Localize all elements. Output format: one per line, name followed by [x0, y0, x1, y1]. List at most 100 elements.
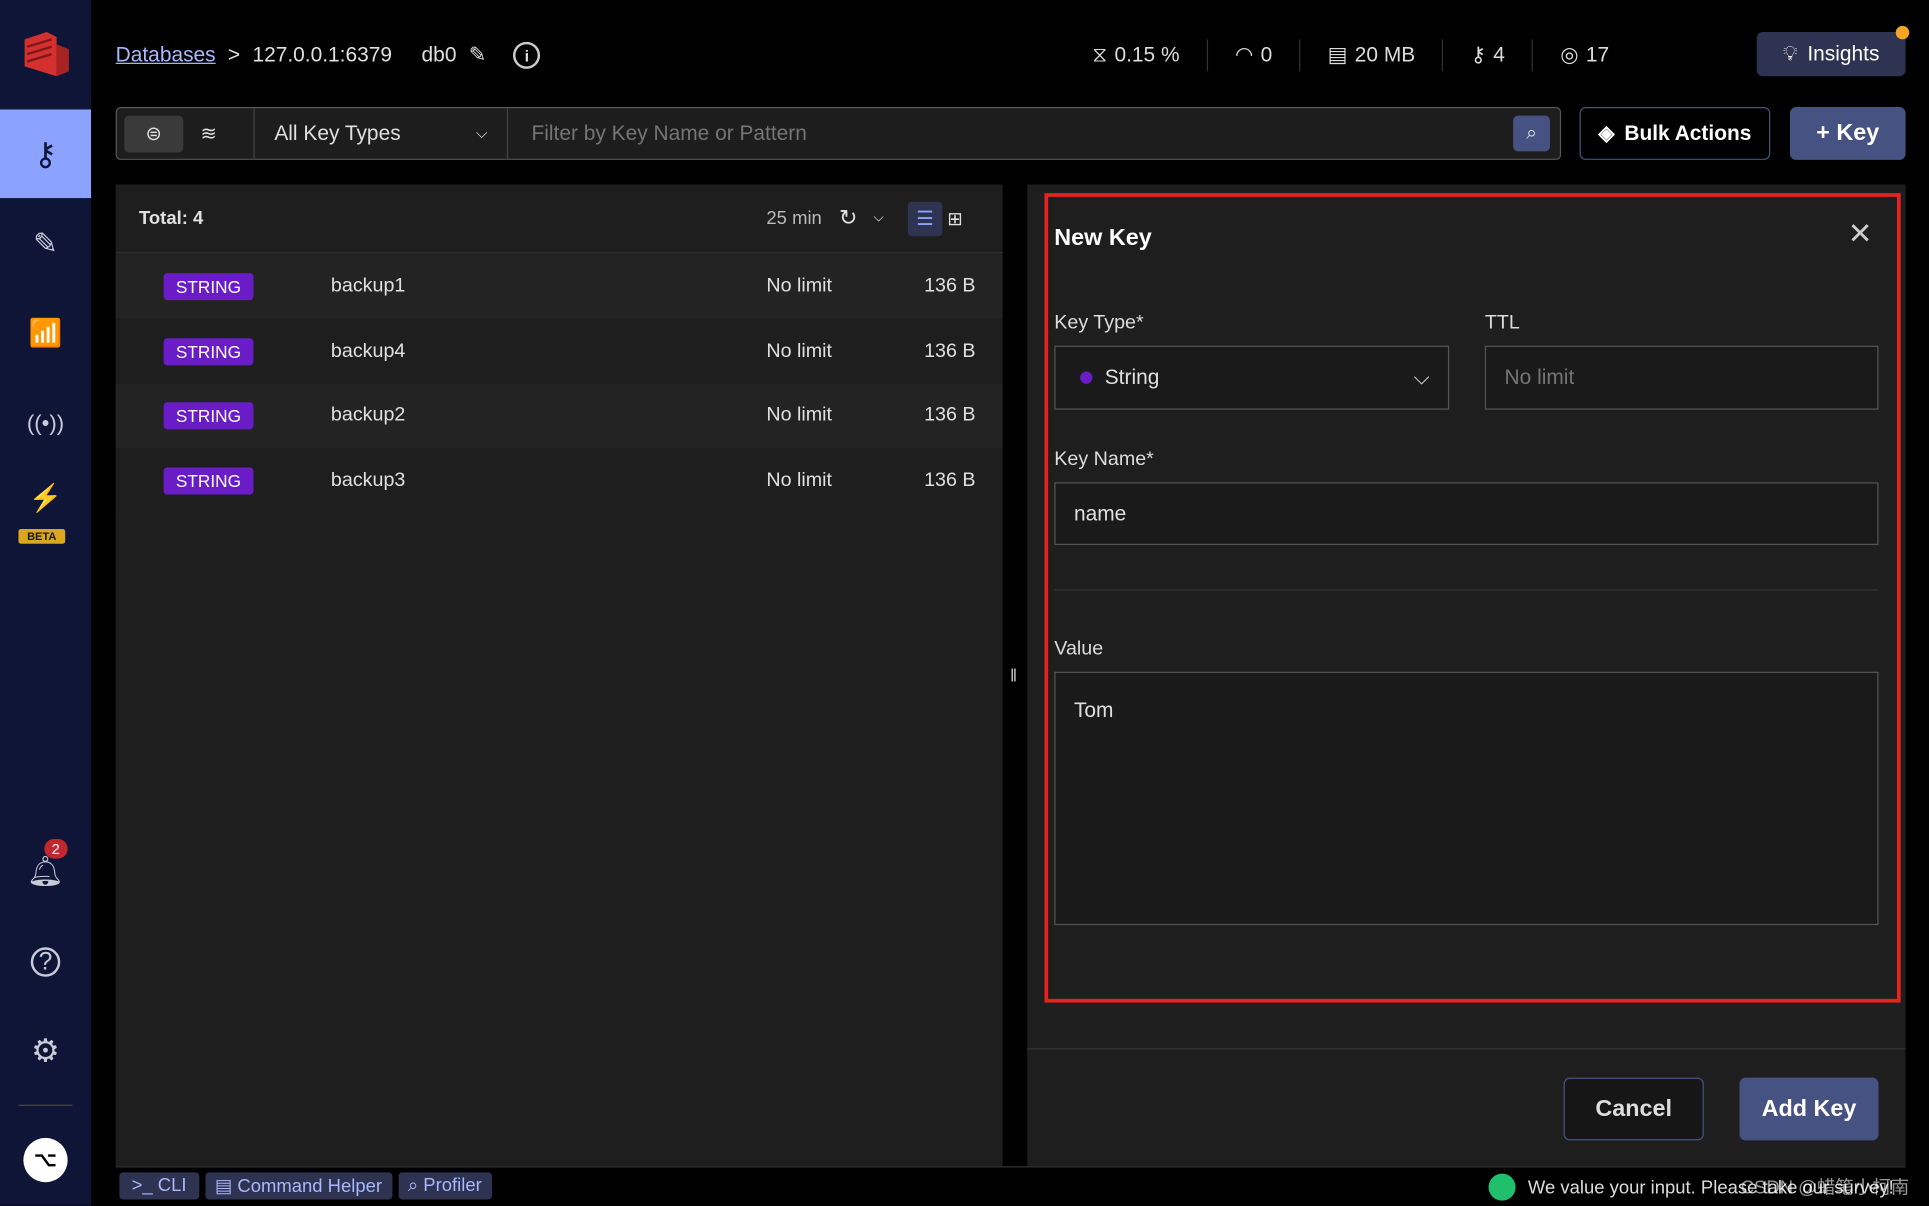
value-textarea[interactable]: Tom: [1054, 671, 1879, 926]
divider: [1206, 39, 1208, 72]
cli-button[interactable]: >_ CLI: [119, 1172, 199, 1200]
key-name-value: name: [1073, 501, 1127, 525]
filter-mode-button[interactable]: ⊜: [124, 115, 184, 152]
clients-stat: ◎ 17: [1560, 43, 1609, 68]
list-view-button[interactable]: ☰: [907, 201, 943, 236]
layers-icon: ◈: [1598, 121, 1615, 145]
value-label: Value: [1054, 638, 1104, 660]
divider: [1054, 589, 1879, 591]
add-key-button[interactable]: + Key: [1789, 107, 1906, 160]
key-icon: ⚷: [1470, 43, 1486, 67]
key-name: backup2: [330, 404, 406, 426]
memory-stat: ▤ 20 MB: [1328, 43, 1416, 68]
key-type-badge: STRING: [163, 273, 254, 301]
profiler-button[interactable]: ⌕ Profiler: [397, 1172, 492, 1200]
key-ttl: No limit: [766, 469, 833, 491]
refresh-icon[interactable]: ↻: [839, 205, 858, 231]
beta-badge: BETA: [18, 528, 66, 544]
total-count: Total: 4: [139, 207, 204, 229]
divider: [1531, 39, 1534, 72]
key-filter-input[interactable]: [508, 108, 1514, 159]
table-row[interactable]: STRING backup1 No limit 136 B: [115, 254, 1003, 319]
breadcrumb: Databases > 127.0.0.1:6379 db0 ✎ i: [116, 41, 541, 69]
sidebar-item-analysis[interactable]: 📶: [0, 289, 91, 378]
notification-count: 2: [44, 838, 68, 859]
github-icon[interactable]: ⌥: [23, 1137, 68, 1183]
cancel-button[interactable]: Cancel: [1563, 1077, 1704, 1141]
help-button[interactable]: ?: [0, 918, 91, 1007]
cpu-stat: ⧖ 0.15 %: [1092, 43, 1179, 68]
insights-label: Insights: [1807, 41, 1880, 66]
chevron-down-icon[interactable]: ⌵: [873, 210, 883, 226]
key-name-label: Key Name*: [1054, 449, 1154, 470]
last-refresh: 25 min: [766, 207, 822, 229]
help-icon: ?: [30, 947, 61, 977]
watermark: CSDN @蜡笔小柯南: [1740, 1177, 1910, 1199]
key-name: backup4: [330, 340, 406, 362]
key-size: 136 B: [924, 340, 976, 362]
edit-icon: ✎: [33, 226, 58, 261]
resize-handle[interactable]: ‖: [1010, 666, 1017, 686]
breadcrumb-separator: >: [227, 43, 241, 67]
key-type-dropdown[interactable]: String ⌵: [1054, 345, 1450, 410]
memory-icon: ▤: [1327, 43, 1348, 67]
key-type-select[interactable]: All Key Types ⌵: [255, 108, 509, 159]
search-button[interactable]: ⌕: [1513, 115, 1551, 152]
command-helper-label: Command Helper: [237, 1176, 382, 1197]
search-mode-button[interactable]: ≋: [201, 121, 217, 146]
survey-icon: [1488, 1173, 1516, 1201]
filter-bar: ⊜ ≋ All Key Types ⌵ ⌕: [115, 107, 1562, 160]
key-ttl: No limit: [766, 404, 833, 426]
value-text: Tom: [1073, 698, 1114, 723]
database-host: 127.0.0.1:6379: [252, 43, 393, 67]
sidebar-item-triggers[interactable]: ⚡: [0, 467, 91, 529]
key-list-header: Total: 4 25 min ↻ ⌵ ☰ ⊞: [115, 185, 1003, 254]
key-type-label: Key Type*: [1054, 312, 1144, 334]
database-index: db0: [421, 43, 457, 67]
form-title: New Key: [1054, 225, 1152, 251]
key-size: 136 B: [924, 275, 976, 297]
table-row[interactable]: STRING backup2 No limit 136 B: [115, 383, 1003, 448]
db-stats: ⧖ 0.15 % ◠ 0 ▤ 20 MB ⚷ 4 ◎ 17: [1092, 39, 1609, 72]
divider: [1027, 1048, 1906, 1050]
gear-icon: ⚙: [31, 1031, 60, 1069]
insights-dot: [1895, 25, 1910, 40]
user-icon: ◎: [1560, 43, 1579, 67]
document-icon: ▤: [214, 1176, 238, 1197]
info-icon[interactable]: i: [513, 41, 541, 69]
redis-logo: [20, 30, 72, 79]
submit-add-key-button[interactable]: Add Key: [1739, 1077, 1879, 1141]
key-type-badge: STRING: [163, 402, 254, 430]
bulk-actions-button[interactable]: ◈ Bulk Actions: [1579, 107, 1771, 160]
ttl-input[interactable]: [1484, 345, 1879, 410]
databases-link[interactable]: Databases: [116, 43, 216, 68]
key-ttl: No limit: [766, 340, 833, 362]
sidebar-item-workbench[interactable]: ✎: [0, 199, 91, 288]
lightbulb-icon: 💡︎: [1782, 41, 1798, 66]
keys-value: 4: [1493, 43, 1505, 67]
key-name: backup1: [330, 275, 406, 297]
tree-view-button[interactable]: ⊞: [947, 207, 962, 230]
sidebar-item-browser[interactable]: ⚷: [0, 109, 92, 199]
table-row[interactable]: STRING backup3 No limit 136 B: [115, 448, 1003, 513]
settings-button[interactable]: ⚙: [0, 1006, 91, 1095]
divider: [1299, 39, 1301, 72]
pencil-icon[interactable]: ✎: [469, 43, 487, 68]
sidebar-item-pubsub[interactable]: ((•)): [0, 379, 91, 468]
command-helper-button[interactable]: ▤ Command Helper: [204, 1172, 392, 1200]
sidebar: ⚷ ✎ 📶 ((•)) ⚡ BETA 🔔︎ 2 ? ⚙ ⌥: [0, 0, 92, 1206]
notifications-button[interactable]: 🔔︎: [0, 827, 91, 916]
string-dot-icon: [1080, 371, 1093, 384]
key-type-selected: String: [1104, 365, 1160, 389]
insights-button[interactable]: 💡︎ Insights: [1756, 31, 1906, 77]
key-name: backup3: [330, 469, 406, 491]
table-row[interactable]: STRING backup4 No limit 136 B: [115, 319, 1003, 384]
ops-value: 0: [1260, 43, 1273, 67]
profiler-label: Profiler: [423, 1174, 482, 1196]
cpu-icon: ⧖: [1092, 43, 1108, 67]
key-name-input[interactable]: name: [1054, 482, 1879, 545]
cpu-value: 0.15 %: [1114, 43, 1180, 67]
chevron-down-icon: ⌵: [1413, 365, 1430, 389]
close-icon[interactable]: ✕: [1848, 217, 1873, 253]
divider: [18, 1104, 73, 1106]
